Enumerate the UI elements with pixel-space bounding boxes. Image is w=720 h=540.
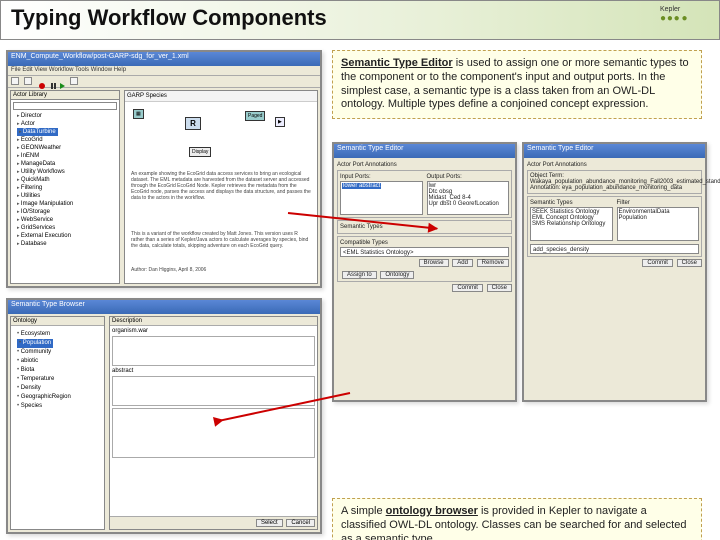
window-titlebar: Semantic Type Editor [334, 144, 515, 158]
detail-header: Description [110, 317, 317, 326]
ontology-button[interactable]: Ontology [380, 271, 414, 279]
slide-title-bar: Typing Workflow Components [0, 0, 720, 40]
detail-list[interactable] [112, 336, 315, 366]
toolbar-button[interactable] [11, 77, 19, 85]
type-field[interactable]: add_species_density [530, 244, 699, 254]
canvas-author: Author: Dan Higgins, April 8, 2006 [131, 267, 311, 273]
tree-item[interactable]: InENM [17, 152, 119, 160]
actor-tree[interactable]: Director Actor DataTurbine EcoGrid GEONW… [11, 112, 119, 248]
kepler-main-window: ENM_Compute_Workflow/post-GARP-sdg_for_v… [6, 50, 322, 288]
select-button[interactable]: Select [256, 519, 283, 527]
list-item[interactable]: SMS Relationship Ontology [532, 221, 611, 227]
window-titlebar: Semantic Type Browser [8, 300, 320, 314]
close-button[interactable]: Close [487, 284, 512, 292]
tree-item[interactable]: External Execution [17, 232, 119, 240]
annotation-label: Annotation: [530, 185, 560, 191]
close-button[interactable]: Close [677, 259, 702, 267]
tree-tab[interactable]: Actor Library [11, 91, 119, 100]
tree-item[interactable]: IO/Storage [17, 208, 119, 216]
assign-button[interactable]: Assign to [342, 271, 377, 279]
actor-tree-pane[interactable]: Actor Library Director Actor DataTurbine… [10, 90, 120, 284]
remove-button[interactable]: Remove [477, 259, 509, 267]
class-item[interactable]: abiotic [17, 357, 102, 366]
tree-header: Ontology [11, 317, 104, 326]
class-item[interactable]: Biota [17, 366, 102, 375]
pause-icon[interactable] [51, 83, 53, 89]
add-button[interactable]: Add [452, 259, 473, 267]
class-item[interactable]: Species [17, 402, 102, 411]
tree-item[interactable]: WebService [17, 216, 119, 224]
tree-item[interactable]: Database [17, 240, 119, 248]
class-item[interactable]: Density [17, 384, 102, 393]
tree-item[interactable]: QuickMath [17, 176, 119, 184]
tree-item[interactable]: Actor [17, 120, 119, 128]
tree-item[interactable]: Utility Workflows [17, 168, 119, 176]
ontology-browser-window: Semantic Type Browser Ontology Ecosystem… [6, 298, 322, 534]
filter-header: Filter [617, 200, 700, 206]
detail-list[interactable] [112, 376, 315, 406]
r-actor-node[interactable]: R [185, 117, 201, 130]
semantic-type-editor-window: Semantic Type Editor Actor Port Annotati… [522, 142, 707, 402]
semantic-type-editor-window: Semantic Type Editor Actor Port Annotati… [332, 142, 517, 402]
commit-button[interactable]: Commit [452, 284, 483, 292]
tree-item[interactable]: Director [17, 112, 119, 120]
tree-item[interactable]: GridServices [17, 224, 119, 232]
cancel-button[interactable]: Cancel [286, 519, 315, 527]
tab-label[interactable]: Actor Port Annotations [527, 162, 702, 168]
actor-node[interactable]: ▶ [275, 117, 285, 127]
ontology-field[interactable]: <EML Statistics Ontology> [340, 247, 509, 257]
toolbar-button[interactable] [24, 77, 32, 85]
search-input[interactable] [13, 102, 117, 110]
display-actor-node[interactable]: Display [189, 147, 211, 157]
callout-ontology-browser: A simple ontology browser is provided in… [332, 498, 702, 540]
annotation-value: eya_population_abundance_monitoring_data [562, 185, 682, 191]
ontology-field-label: Compatible Types [340, 240, 509, 246]
output-ports-label: Output Ports: [427, 174, 510, 180]
workflow-canvas[interactable]: GARP Species ▦ R Paged Display ▶ An exam… [124, 90, 318, 284]
kepler-logo: Kepler [660, 6, 710, 36]
canvas-description: An example showing the EcoGrid data acce… [131, 171, 311, 201]
actor-node[interactable]: ▦ [133, 109, 144, 119]
types-header: Semantic Types [530, 200, 613, 206]
window-titlebar: ENM_Compute_Workflow/post-GARP-sdg_for_v… [8, 52, 320, 66]
tree-item[interactable]: Image Manipulation [17, 200, 119, 208]
toolbar[interactable] [8, 76, 320, 88]
ontology-list[interactable]: SEEK Statistics Ontology EML Concept Ont… [530, 207, 613, 241]
tab-label[interactable]: Actor Port Annotations [337, 162, 512, 168]
detail-item: abstract [112, 368, 315, 374]
play-icon[interactable] [60, 83, 65, 89]
ontology-class-tree[interactable]: Ontology Ecosystem Population Community … [10, 316, 105, 530]
browse-button[interactable]: Browse [419, 259, 449, 267]
class-item[interactable]: Community [17, 348, 102, 357]
detail-item: organism.war [112, 328, 315, 334]
input-ports-list[interactable]: lower abstract [340, 181, 423, 215]
slide-title: Typing Workflow Components [11, 5, 709, 31]
class-item[interactable]: Temperature [17, 375, 102, 384]
class-item[interactable]: GeographicRegion [17, 393, 102, 402]
tree-item[interactable]: EcoGrid [17, 136, 119, 144]
canvas-header: GARP Species [125, 91, 317, 102]
callout-semantic-type-editor: Semantic Type Editor is used to assign o… [332, 50, 702, 119]
actor-node[interactable]: Paged [245, 111, 265, 121]
class-item-selected[interactable]: Population [17, 339, 53, 348]
output-ports-list[interactable]: lwr Dtc obsg Midast_Ced 8-4 Upr dbst 0 G… [427, 181, 510, 215]
detail-list[interactable] [112, 408, 315, 458]
commit-button[interactable]: Commit [642, 259, 673, 267]
toolbar-button[interactable] [70, 77, 78, 85]
list-item[interactable]: Population [619, 215, 698, 221]
menu-bar[interactable]: File Edit View Workflow Tools Window Hel… [8, 66, 320, 76]
record-icon[interactable] [39, 83, 45, 89]
list-item[interactable]: lower abstract [342, 183, 381, 189]
tree-item[interactable]: ManageData [17, 160, 119, 168]
canvas-description: This is a variant of the workflow create… [131, 231, 311, 249]
tree-item-selected[interactable]: DataTurbine [17, 128, 58, 136]
list-item[interactable]: Upr dbst 0 GeorefLocation [429, 201, 508, 207]
filter-list[interactable]: EnvironmentalData Population [617, 207, 700, 241]
tree-item[interactable]: GEONWeather [17, 144, 119, 152]
tree-item[interactable]: Filtering [17, 184, 119, 192]
input-ports-label: Input Ports: [340, 174, 423, 180]
tree-item[interactable]: Utilities [17, 192, 119, 200]
class-item[interactable]: Ecosystem [17, 330, 102, 339]
window-titlebar: Semantic Type Editor [524, 144, 705, 158]
